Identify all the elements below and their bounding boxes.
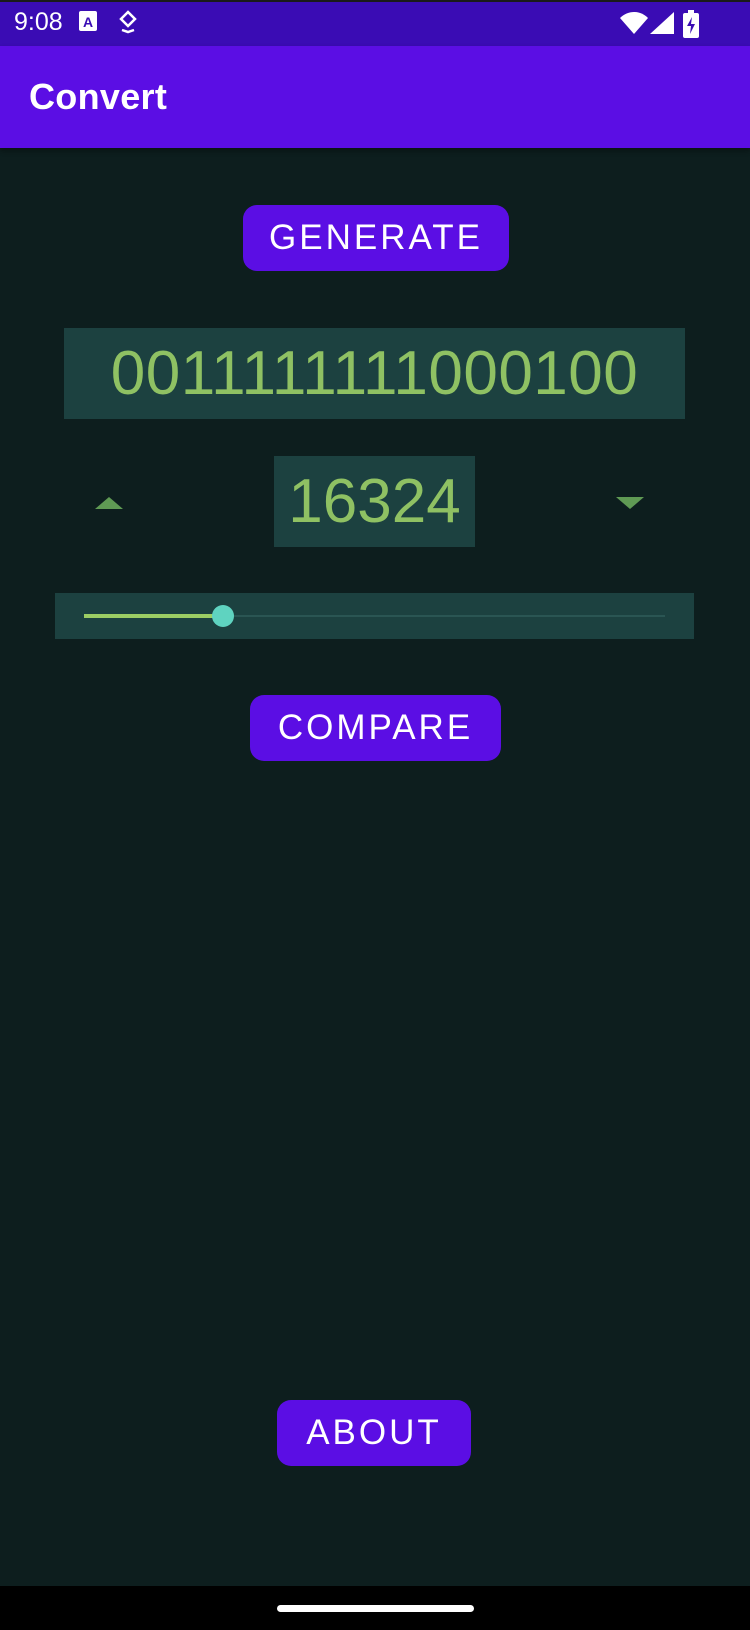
- text-a-icon: A: [78, 10, 98, 37]
- home-gesture-handle[interactable]: [277, 1605, 474, 1612]
- compare-button[interactable]: COMPARE: [250, 695, 501, 761]
- svg-text:A: A: [83, 14, 93, 30]
- location-icon: [118, 10, 138, 39]
- navigation-bar: [0, 1586, 750, 1630]
- slider-fill: [84, 614, 223, 618]
- status-bar: 9:08 A: [0, 0, 750, 46]
- slider-track[interactable]: [84, 605, 665, 627]
- wifi-icon: [620, 12, 648, 39]
- decrement-arrow-icon[interactable]: [614, 493, 646, 513]
- battery-charging-icon: [683, 10, 699, 43]
- about-button[interactable]: ABOUT: [277, 1400, 471, 1466]
- app-bar: Convert: [0, 46, 750, 148]
- decimal-value-field[interactable]: 16324: [274, 456, 475, 547]
- slider-thumb[interactable]: [212, 605, 234, 627]
- app-title: Convert: [29, 76, 168, 117]
- generate-button[interactable]: GENERATE: [243, 205, 509, 271]
- status-time: 9:08: [14, 8, 63, 36]
- app-screen: 9:08 A Convert GENERATE 0011111111000100…: [0, 0, 750, 1630]
- binary-value-display: 0011111111000100: [64, 328, 685, 419]
- cell-signal-icon: [650, 12, 674, 39]
- increment-arrow-icon[interactable]: [93, 493, 125, 513]
- bit-slider-panel: [55, 593, 694, 639]
